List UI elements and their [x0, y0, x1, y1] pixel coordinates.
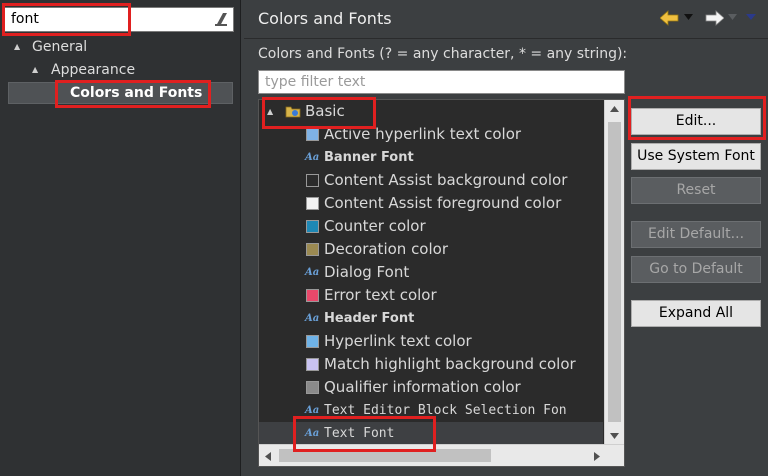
color-swatch-icon: [306, 381, 319, 394]
reset-button[interactable]: Reset: [631, 177, 761, 204]
sidebar-item-label: General: [32, 39, 88, 55]
sidebar-item-label: Appearance: [51, 62, 136, 78]
tree-horizontal-scrollbar[interactable]: [259, 444, 624, 466]
expand-all-button[interactable]: Expand All: [631, 300, 761, 327]
forward-arrow-icon[interactable]: [704, 10, 724, 26]
tree-item-label: Content Assist background color: [324, 171, 568, 189]
preferences-filter-value: font: [11, 11, 39, 27]
font-icon: Aa: [305, 405, 320, 416]
back-history-dropdown-icon[interactable]: [684, 14, 693, 20]
scroll-up-icon[interactable]: [610, 106, 619, 112]
tree-item[interactable]: Qualifier information color: [259, 376, 603, 399]
tree-item[interactable]: Hyperlink text color: [259, 330, 603, 353]
tree-item-label: Header Font: [324, 311, 415, 326]
tree-item[interactable]: Content Assist foreground color: [259, 192, 603, 215]
tree-item-label: Qualifier information color: [324, 378, 521, 396]
colors-fonts-filter-input[interactable]: [258, 70, 625, 94]
tree-item-label: Counter color: [324, 217, 426, 235]
color-swatch-icon: [306, 174, 319, 187]
tree-item[interactable]: Match highlight background color: [259, 353, 603, 376]
tree-item[interactable]: Content Assist background color: [259, 169, 603, 192]
expanded-triangle-icon: ▲: [267, 107, 274, 116]
go-to-default-button[interactable]: Go to Default: [631, 256, 761, 283]
tree-item-label: Dialog Font: [324, 263, 410, 281]
sidebar-item-label: Colors and Fonts: [70, 85, 203, 101]
edit-default-button[interactable]: Edit Default...: [631, 221, 761, 248]
font-icon: Aa: [305, 428, 320, 439]
tree-item-label: Text Editor Block Selection Fon: [324, 403, 567, 418]
preference-page: Colors and Fonts Colors and Fonts (? = a…: [244, 0, 768, 476]
title-separator: [244, 38, 768, 39]
clear-filter-icon[interactable]: [215, 13, 227, 26]
color-swatch-icon: [306, 243, 319, 256]
tree-item[interactable]: Error text color: [259, 284, 603, 307]
tree-item[interactable]: Counter color: [259, 215, 603, 238]
back-arrow-icon[interactable]: [660, 10, 680, 26]
tree-horizontal-scroll-thumb[interactable]: [279, 449, 491, 462]
tree-category-basic[interactable]: ▲ Basic: [259, 100, 603, 123]
tree-item[interactable]: Aa Dialog Font: [259, 261, 603, 284]
expanded-triangle-icon: ▲: [32, 65, 39, 74]
edit-button[interactable]: Edit...: [631, 108, 761, 135]
color-swatch-icon: [306, 220, 319, 233]
forward-history-dropdown-icon[interactable]: [728, 14, 737, 20]
tree-vertical-scroll-thumb[interactable]: [608, 122, 621, 422]
view-menu-icon[interactable]: [746, 14, 756, 20]
tree-vertical-scrollbar[interactable]: [604, 100, 624, 445]
tree-item[interactable]: Aa Text Font: [259, 422, 603, 445]
category-folder-icon: [285, 106, 301, 118]
preferences-sidebar: font ▲ General ▲ Appearance Colors and F…: [0, 0, 241, 476]
tree-item[interactable]: Aa Text Editor Block Selection Fon: [259, 399, 603, 422]
tree-item[interactable]: Decoration color: [259, 238, 603, 261]
tree-item-label: Match highlight background color: [324, 355, 576, 373]
font-icon: Aa: [305, 313, 320, 324]
font-icon: Aa: [305, 267, 320, 278]
tree-item[interactable]: Aa Banner Font: [259, 146, 603, 169]
page-description: Colors and Fonts (? = any character, * =…: [258, 46, 628, 62]
preferences-filter-field[interactable]: font: [4, 7, 234, 32]
tree-item[interactable]: Aa Header Font: [259, 307, 603, 330]
color-swatch-icon: [306, 128, 319, 141]
tree-item-label: Text Font: [324, 426, 395, 441]
color-swatch-icon: [306, 289, 319, 302]
tree-item[interactable]: Active hyperlink text color: [259, 123, 603, 146]
tree-item-label: Error text color: [324, 286, 437, 304]
font-icon: Aa: [305, 152, 320, 163]
tree-item-label: Banner Font: [324, 150, 414, 165]
tree-item-label: Active hyperlink text color: [324, 125, 522, 143]
tree-item-label: Content Assist foreground color: [324, 194, 562, 212]
use-system-font-button[interactable]: Use System Font: [631, 143, 761, 170]
expanded-triangle-icon: ▲: [14, 42, 21, 51]
category-label: Basic: [305, 102, 345, 120]
colors-fonts-tree[interactable]: ▲ Basic Active hyperlink text color Aa Ban…: [258, 99, 625, 467]
color-swatch-icon: [306, 197, 319, 210]
tree-item-label: Hyperlink text color: [324, 332, 472, 350]
color-swatch-icon: [306, 335, 319, 348]
page-title: Colors and Fonts: [258, 9, 392, 28]
scroll-left-icon[interactable]: [265, 452, 271, 461]
sidebar-item-colors-and-fonts[interactable]: Colors and Fonts: [8, 82, 233, 104]
color-swatch-icon: [306, 358, 319, 371]
scroll-right-icon[interactable]: [594, 452, 600, 461]
tree-item-label: Decoration color: [324, 240, 448, 258]
scroll-down-icon[interactable]: [610, 433, 619, 439]
